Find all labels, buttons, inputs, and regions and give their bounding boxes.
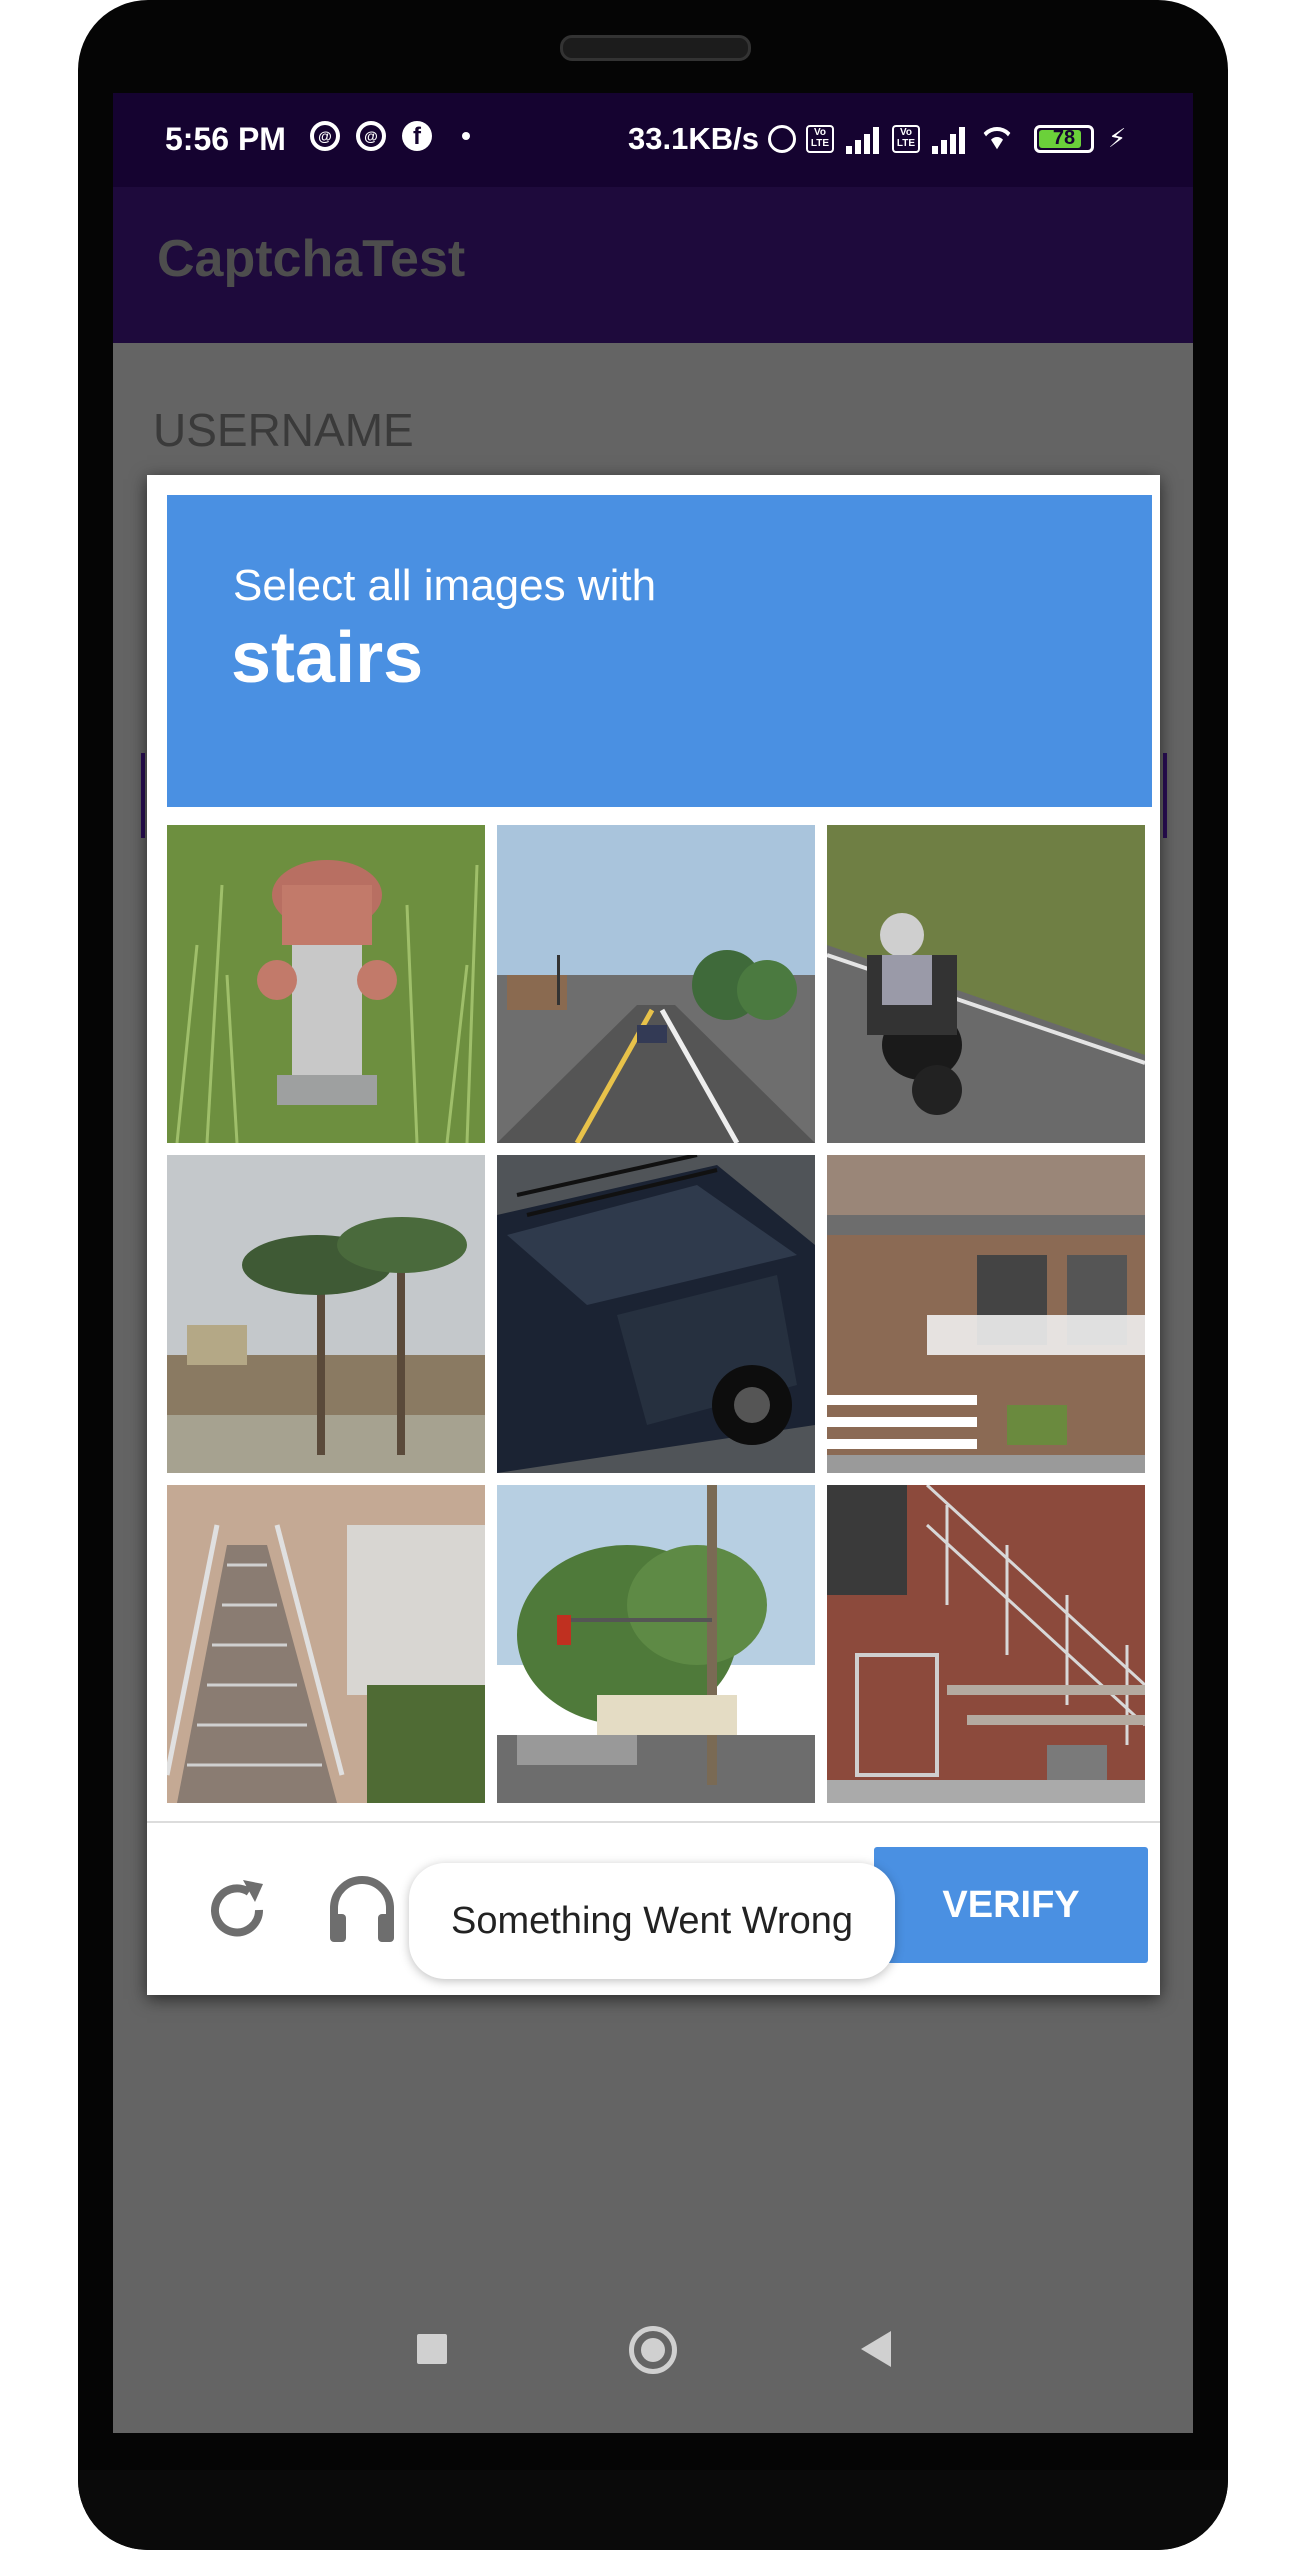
triangle-back-icon[interactable] [861, 2331, 891, 2367]
phone-speaker [560, 35, 751, 61]
captcha-dialog: Select all images with stairs VERIFY [147, 475, 1160, 1995]
captcha-tile-motorcycle[interactable] [827, 825, 1145, 1143]
wifi-icon [978, 124, 1016, 154]
username-label: USERNAME [153, 404, 414, 456]
navigation-bar [113, 2293, 1193, 2433]
volte-icon: Vo LTE [892, 124, 920, 153]
at-sign-icon: @ [356, 121, 386, 151]
captcha-tile-traffic-street[interactable] [497, 1485, 815, 1803]
captcha-tile-palm-trees[interactable] [167, 1155, 485, 1473]
verify-button[interactable]: VERIFY [874, 1847, 1148, 1963]
status-icons-left: @ @ f [310, 121, 470, 151]
error-toast: Something Went Wrong [409, 1863, 895, 1979]
street-image [497, 825, 815, 1143]
captcha-target: stairs [231, 618, 424, 698]
status-bar: 5:56 PM @ @ f 33.1KB/s Vo LTE Vo LTE 78 … [113, 93, 1193, 187]
captcha-grid [167, 825, 1147, 1805]
input-edge-left [141, 753, 145, 838]
reload-button[interactable] [197, 1870, 277, 1950]
battery-level: 78 [1052, 126, 1076, 149]
fire-hydrant-image [167, 825, 485, 1143]
dialog-divider [147, 1821, 1160, 1823]
phone-bottom-bezel [78, 2470, 1228, 2550]
circle-home-icon[interactable] [629, 2326, 677, 2374]
captcha-prompt: Select all images with [233, 561, 657, 610]
captcha-tile-brick-stairs[interactable] [827, 1485, 1145, 1803]
app-bar: CaptchaTest [113, 187, 1193, 343]
facebook-icon: f [402, 121, 432, 151]
palm-trees-image [167, 1155, 485, 1473]
alarm-icon [768, 124, 796, 153]
input-edge-right [1163, 753, 1167, 838]
network-speed: 33.1KB/s [628, 121, 759, 156]
charging-bolt-icon: ⚡ [1108, 123, 1127, 153]
motorcycle-image [827, 825, 1145, 1143]
signal-icon [844, 124, 882, 154]
status-time: 5:56 PM [165, 121, 286, 157]
captcha-tile-street[interactable] [497, 825, 815, 1143]
square-recents-icon[interactable] [417, 2334, 447, 2364]
traffic-street-image [497, 1485, 815, 1803]
outdoor-stairs-image [167, 1485, 485, 1803]
status-icons-right: Vo LTE Vo LTE 78 ⚡ [768, 123, 1126, 154]
signal-icon [930, 124, 968, 154]
captcha-header: Select all images with stairs [167, 495, 1152, 807]
captcha-tile-house-porch[interactable] [827, 1155, 1145, 1473]
volte-icon: Vo LTE [806, 124, 834, 153]
car-image [497, 1155, 815, 1473]
audio-challenge-button[interactable] [322, 1870, 402, 1950]
at-sign-icon: @ [310, 121, 340, 151]
dot-icon [462, 132, 470, 140]
device-screen: 5:56 PM @ @ f 33.1KB/s Vo LTE Vo LTE 78 … [113, 93, 1193, 2433]
captcha-tile-car[interactable] [497, 1155, 815, 1473]
app-title: CaptchaTest [157, 230, 466, 288]
reload-icon [211, 1880, 264, 1937]
captcha-tile-fire-hydrant[interactable] [167, 825, 485, 1143]
headphones-icon [330, 1876, 394, 1942]
battery-icon: 78 [1034, 124, 1094, 153]
captcha-tile-outdoor-stairs[interactable] [167, 1485, 485, 1803]
brick-stairs-image [827, 1485, 1145, 1803]
house-porch-image [827, 1155, 1145, 1473]
